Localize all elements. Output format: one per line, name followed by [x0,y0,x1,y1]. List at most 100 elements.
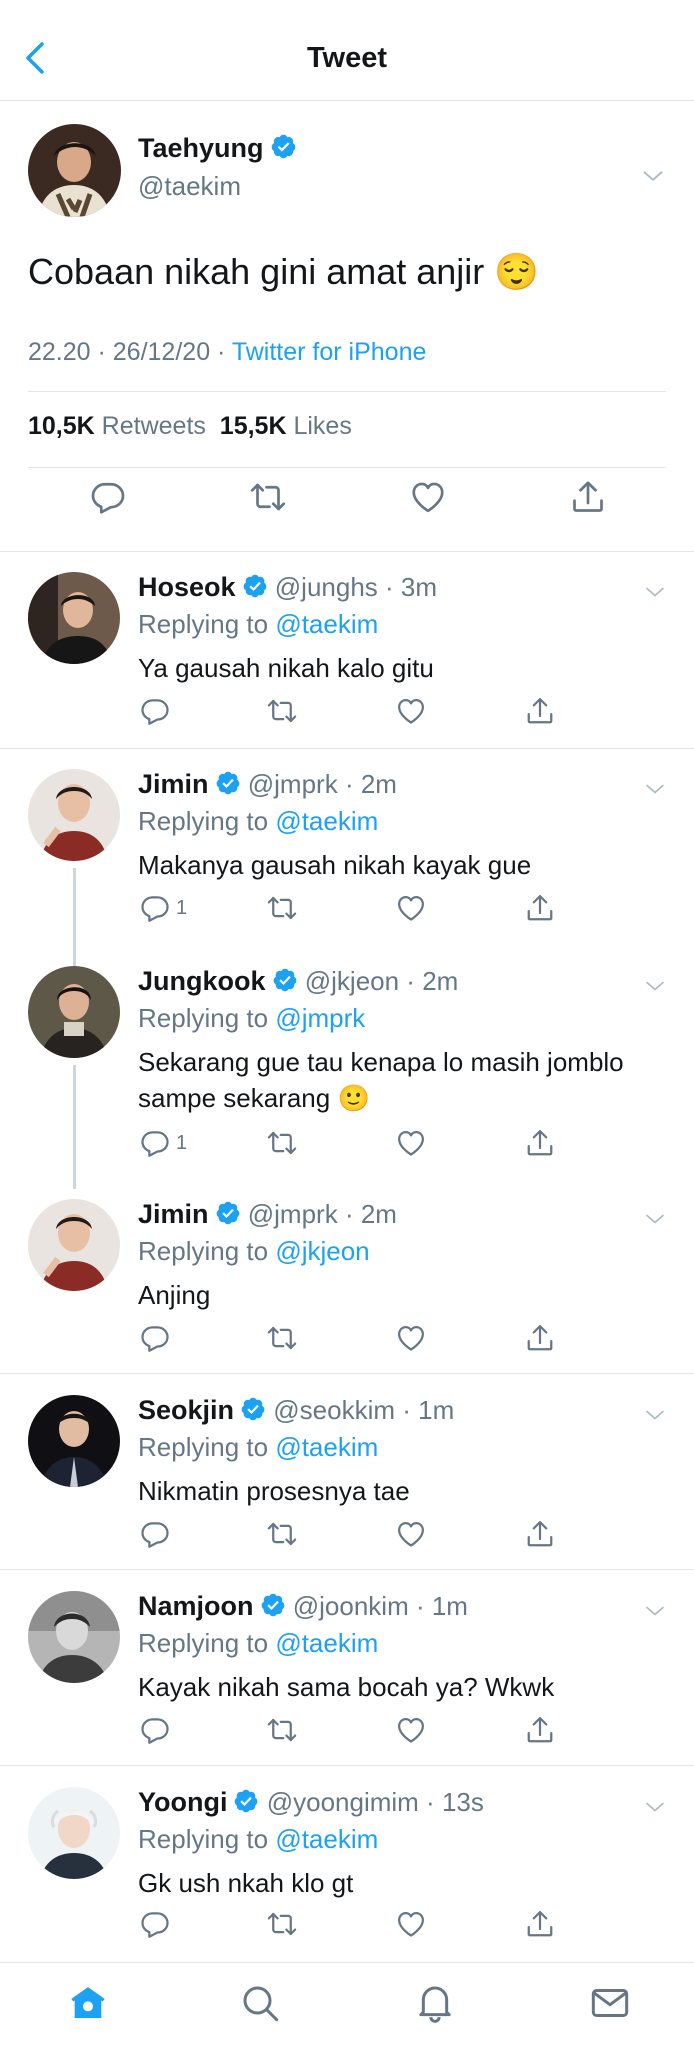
replying-to: Replying to @jmprk [138,1003,365,1034]
reply-handle[interactable]: @seokkim [273,1395,395,1425]
retweet-icon[interactable] [266,893,298,923]
like-icon[interactable] [396,1715,426,1745]
share-icon[interactable] [525,1323,555,1353]
share-icon[interactable] [570,479,606,515]
reply-action-bar [138,1323,658,1359]
chevron-down-icon[interactable] [643,1207,667,1231]
reply-tweet[interactable]: Jungkook @jkjeon · 2m Replying to @jmprk… [0,946,694,1176]
reply-count: 1 [176,896,188,919]
author-name-row: Taehyung [138,133,297,164]
reply-handle[interactable]: @junghs [275,572,378,602]
reply-tweet[interactable]: Jimin @jmprk · 2m Replying to @taekim Ma… [0,749,694,945]
share-icon[interactable] [525,1909,555,1939]
reply-icon[interactable] [140,1519,176,1549]
avatar[interactable] [28,1591,120,1683]
share-icon[interactable] [525,1519,555,1549]
reply-icon[interactable] [140,1715,176,1745]
chevron-down-icon[interactable] [643,974,667,998]
chevron-down-icon[interactable] [643,1795,667,1819]
replying-to-link[interactable]: @taekim [275,1628,378,1658]
author-name[interactable]: Taehyung [138,133,264,163]
chevron-down-icon[interactable] [643,777,667,801]
top-nav-bar: Tweet [0,0,694,101]
replying-to-link[interactable]: @taekim [275,806,378,836]
retweets-stat[interactable]: 10,5K Retweets [28,412,206,440]
avatar[interactable] [28,769,120,861]
chevron-down-icon[interactable] [640,163,666,189]
avatar[interactable] [28,1395,120,1487]
avatar[interactable] [28,572,120,664]
likes-stat[interactable]: 15,5K Likes [220,412,352,440]
retweet-icon[interactable] [266,1519,298,1549]
reply-author-name[interactable]: Hoseok [138,572,236,602]
reply-icon[interactable] [90,479,126,515]
tweet-source-link[interactable]: Twitter for iPhone [232,338,427,366]
replying-label: Replying to [138,1432,269,1462]
replying-to-link[interactable]: @taekim [275,609,378,639]
reply-time: 1m [418,1395,455,1425]
author-handle[interactable]: @taekim [138,171,241,202]
avatar[interactable] [28,1199,120,1291]
retweet-icon[interactable] [266,1128,298,1158]
reply-tweet[interactable]: Hoseok @junghs · 3m Replying to @taekim … [0,552,694,748]
reply-icon[interactable]: 1 [140,1128,187,1158]
retweet-icon[interactable] [266,1323,298,1353]
reply-author-name[interactable]: Seokjin [138,1395,234,1425]
reply-handle[interactable]: @joonkim [293,1591,409,1621]
reply-handle[interactable]: @jmprk [248,1199,338,1229]
like-icon[interactable] [396,1323,426,1353]
replying-to-link[interactable]: @jkjeon [275,1236,369,1266]
reply-tweet[interactable]: Namjoon @joonkim · 1m Replying to @taeki… [0,1571,694,1765]
like-icon[interactable] [410,479,446,515]
reply-icon[interactable] [140,1909,176,1939]
verified-badge-icon [215,770,241,796]
reply-handle[interactable]: @yoongimim [267,1787,419,1817]
reply-handle[interactable]: @jmprk [248,769,338,799]
reply-tweet[interactable]: Yoongi @yoongimim · 13s Replying to @tae… [0,1767,694,1961]
verified-badge-icon [260,1592,286,1618]
replying-to-link[interactable]: @taekim [275,1824,378,1854]
replying-to-link[interactable]: @taekim [275,1432,378,1462]
notifications-icon[interactable] [415,1983,455,2023]
reply-tweet[interactable]: Seokjin @seokkim · 1m Replying to @taeki… [0,1375,694,1569]
reply-text: Nikmatin prosesnya tae [138,1476,410,1506]
retweet-icon[interactable] [249,479,287,515]
share-icon[interactable] [525,696,555,726]
retweet-icon[interactable] [266,696,298,726]
search-icon[interactable] [240,1983,280,2023]
chevron-down-icon[interactable] [643,1599,667,1623]
reply-icon[interactable] [140,1323,176,1353]
reply-icon[interactable] [140,696,176,726]
avatar[interactable] [28,966,120,1058]
replying-to: Replying to @jkjeon [138,1236,370,1267]
share-icon[interactable] [525,893,555,923]
reply-time: 2m [360,1199,397,1229]
like-icon[interactable] [396,696,426,726]
reply-author-name[interactable]: Yoongi [138,1787,227,1817]
replying-to-link[interactable]: @jmprk [275,1003,365,1033]
like-icon[interactable] [396,1909,426,1939]
avatar[interactable] [28,1787,120,1879]
like-icon[interactable] [396,1519,426,1549]
reply-author-name[interactable]: Namjoon [138,1591,254,1621]
like-icon[interactable] [396,1128,426,1158]
retweet-icon[interactable] [266,1909,298,1939]
retweet-icon[interactable] [266,1715,298,1745]
share-icon[interactable] [525,1128,555,1158]
reply-author-name[interactable]: Jimin [138,1199,209,1229]
reply-handle[interactable]: @jkjeon [305,966,399,996]
replying-to: Replying to @taekim [138,1628,378,1659]
like-icon[interactable] [396,893,426,923]
reply-icon[interactable]: 1 [140,893,187,923]
chevron-down-icon[interactable] [643,580,667,604]
dot-separator: · [377,572,401,602]
messages-icon[interactable] [590,1983,630,2023]
reply-author-name[interactable]: Jungkook [138,966,266,996]
home-icon[interactable] [68,1983,108,2023]
reply-author-name[interactable]: Jimin [138,769,209,799]
avatar[interactable] [28,124,121,217]
reply-tweet[interactable]: Jimin @jmprk · 2m Replying to @jkjeon An… [0,1179,694,1373]
share-icon[interactable] [525,1715,555,1745]
chevron-down-icon[interactable] [643,1403,667,1427]
page-title: Tweet [306,42,388,74]
